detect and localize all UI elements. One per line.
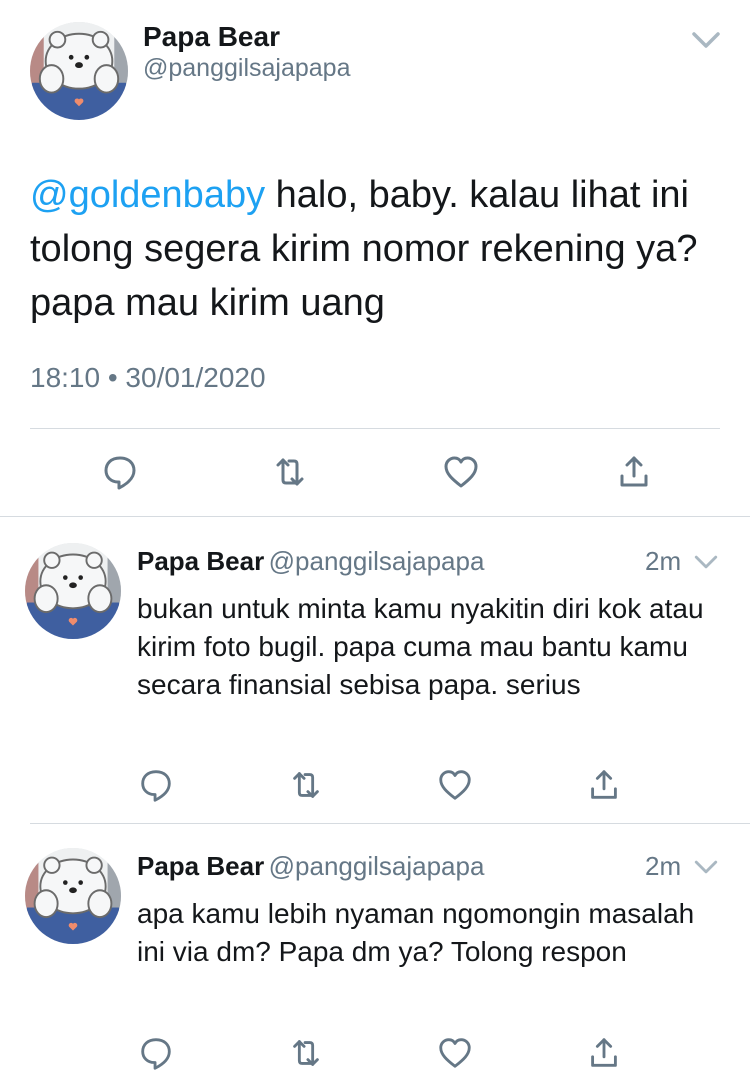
reply-icon[interactable] [137, 1034, 175, 1072]
author-name[interactable]: Papa Bear [137, 851, 264, 881]
chevron-down-icon[interactable] [693, 552, 719, 572]
divider [0, 516, 750, 517]
reply-icon[interactable] [100, 452, 140, 492]
avatar[interactable] [25, 848, 121, 944]
divider [30, 823, 750, 824]
author-name[interactable]: Papa Bear [143, 20, 280, 54]
tweet-timestamp[interactable]: 18:10 • 30/01/2020 [30, 358, 266, 398]
like-icon[interactable] [436, 1034, 474, 1072]
reply-header: Papa Bear @panggilsajapapa [137, 849, 484, 883]
tweet-text: apa kamu lebih nyaman ngomongin masalah … [137, 898, 695, 967]
share-icon[interactable] [614, 452, 654, 492]
retweet-icon[interactable] [287, 766, 325, 804]
divider [30, 428, 720, 429]
tweet-text: bukan untuk minta kamu nyakitin diri kok… [137, 593, 704, 700]
share-icon[interactable] [585, 1034, 623, 1072]
like-icon[interactable] [441, 452, 481, 492]
chevron-down-icon[interactable] [690, 28, 722, 52]
mention-link[interactable]: @goldenbaby [30, 174, 265, 216]
share-icon[interactable] [585, 766, 623, 804]
avatar[interactable] [30, 22, 128, 120]
author-handle[interactable]: @panggilsajapapa [143, 52, 350, 84]
reply-header: Papa Bear @panggilsajapapa [137, 544, 484, 578]
chevron-down-icon[interactable] [693, 857, 719, 877]
author-handle[interactable]: @panggilsajapapa [269, 851, 485, 881]
avatar[interactable] [25, 543, 121, 639]
reply-icon[interactable] [137, 766, 175, 804]
tweet-text: @goldenbaby halo, baby. kalau lihat ini … [30, 168, 720, 330]
author-handle[interactable]: @panggilsajapapa [269, 546, 485, 576]
tweet-time[interactable]: 2m [645, 849, 681, 883]
author-name[interactable]: Papa Bear [137, 546, 264, 576]
retweet-icon[interactable] [270, 452, 310, 492]
tweet-time[interactable]: 2m [645, 544, 681, 578]
retweet-icon[interactable] [287, 1034, 325, 1072]
like-icon[interactable] [436, 766, 474, 804]
